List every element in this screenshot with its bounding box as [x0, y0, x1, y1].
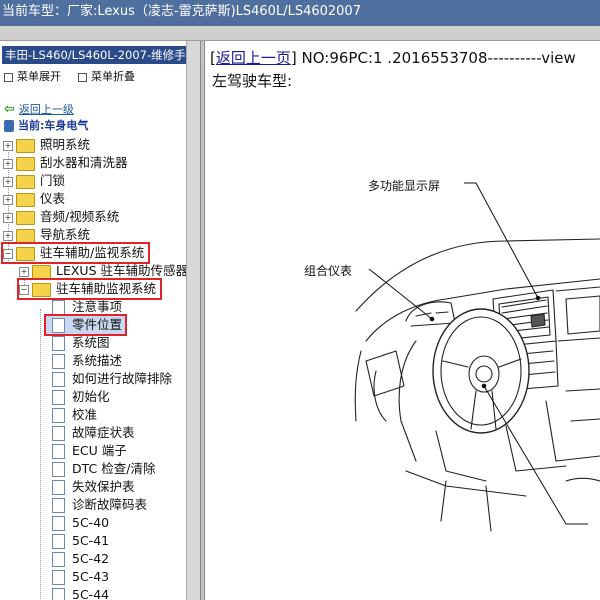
document-icon: [52, 516, 65, 531]
expand-icon: +: [3, 158, 13, 169]
dash-top-outline: [355, 238, 600, 312]
tree-doc-calibration[interactable]: 校准: [52, 406, 97, 424]
current-section-label: 当前:车身电气: [4, 117, 88, 133]
back-arrow-icon: ⇦: [4, 102, 15, 117]
expand-icon: +: [3, 176, 13, 187]
document-icon: [52, 480, 65, 495]
sidebar-scrollbar[interactable]: [186, 41, 201, 600]
tree-folder-door-lock[interactable]: + 门锁: [3, 172, 65, 190]
document-icon: [52, 390, 65, 405]
tree-folder-parking-sensor[interactable]: + LEXUS 驻车辅助传感器: [19, 262, 188, 280]
folder-open-icon: [32, 282, 51, 297]
document-icon: [52, 588, 65, 600]
collapse-all-button[interactable]: 菜单折叠: [78, 68, 135, 84]
tree-folder-lighting[interactable]: + 照明系统: [3, 136, 90, 154]
document-icon: [52, 372, 65, 387]
pane-splitter[interactable]: [200, 41, 205, 600]
document-icon: [52, 426, 65, 441]
tree-doc-5c-44[interactable]: 5C-44: [52, 586, 109, 600]
tree-folder-parking-monitor[interactable]: − 驻车辅助监视系统: [16, 278, 163, 300]
tree-doc-5c-43[interactable]: 5C-43: [52, 568, 109, 586]
sidebar-tree: 丰田-LS460/LS460L-2007-维修手册 菜单展开 菜单折叠 ⇦ 返回上…: [0, 41, 200, 600]
current-model-value: 厂家:Lexus（凌志-雷克萨斯)LS460L/LS4602007: [67, 4, 361, 19]
window-title-bar: 当前车型：厂家:Lexus（凌志-雷克萨斯)LS460L/LS4602007: [0, 0, 600, 26]
callout-multi-display: 多功能显示屏: [368, 179, 441, 193]
expand-all-button[interactable]: 菜单展开: [4, 68, 61, 84]
document-icon: [52, 462, 65, 477]
document-icon: [52, 318, 65, 333]
tree-doc-system-diagram[interactable]: 系统图: [52, 334, 110, 352]
folder-icon: [16, 228, 35, 243]
tree-folder-navigation[interactable]: + 导航系统: [3, 226, 90, 244]
expand-icon: [4, 72, 13, 82]
back-up-level-link[interactable]: ⇦ 返回上一级: [4, 101, 74, 117]
document-icon: [52, 552, 65, 567]
tree-doc-dtc-check[interactable]: DTC 检查/清除: [52, 460, 155, 478]
folder-icon: [16, 156, 35, 171]
tree-doc-dtc-table[interactable]: 诊断故障码表: [52, 496, 147, 514]
tree-folder-wiper[interactable]: + 刮水器和清洗器: [3, 154, 128, 172]
expand-icon: +: [3, 212, 13, 223]
expand-icon: +: [3, 230, 13, 241]
folder-icon: [16, 138, 35, 153]
document-icon: [52, 444, 65, 459]
manual-title: 丰田-LS460/LS460L-2007-维修手册: [2, 46, 186, 64]
folder-icon: [16, 192, 35, 207]
dashboard-diagram: [354, 182, 600, 532]
document-icon: [52, 336, 65, 351]
current-model-label: 当前车型：: [2, 4, 68, 19]
document-icon: [52, 300, 65, 315]
tree-doc-5c-42[interactable]: 5C-42: [52, 550, 109, 568]
collapse-icon: [78, 72, 87, 82]
collapse-icon: −: [3, 248, 13, 259]
expand-icon: +: [3, 194, 13, 205]
document-icon: [52, 570, 65, 585]
tree-doc-5c-40[interactable]: 5C-40: [52, 514, 109, 532]
expand-icon: +: [3, 140, 13, 151]
tree-doc-precautions[interactable]: 注意事项: [52, 298, 122, 316]
expand-icon: +: [19, 266, 29, 277]
document-icon: [52, 408, 65, 423]
document-icon: [52, 534, 65, 549]
book-icon: [4, 120, 14, 132]
menu-strip: [0, 26, 600, 41]
tree-doc-system-description[interactable]: 系统描述: [52, 352, 122, 370]
folder-open-icon: [16, 246, 35, 261]
tree-folder-audio-video[interactable]: + 音频/视频系统: [3, 208, 119, 226]
document-icon: [52, 354, 65, 369]
folder-icon: [32, 264, 51, 279]
tree-doc-parts-location[interactable]: 零件位置: [43, 314, 128, 336]
tree-doc-ecu-terminals[interactable]: ECU 端子: [52, 442, 127, 460]
tree-doc-5c-41[interactable]: 5C-41: [52, 532, 109, 550]
folder-icon: [16, 210, 35, 225]
document-icon: [52, 498, 65, 513]
folder-icon: [16, 174, 35, 189]
content-pane: [返回上一页] NO:96PC:1 .2016553708----------v…: [206, 41, 600, 600]
tree-doc-symptom-table[interactable]: 故障症状表: [52, 424, 135, 442]
tree-doc-troubleshooting[interactable]: 如何进行故障排除: [52, 370, 172, 388]
collapse-icon: −: [19, 284, 29, 295]
tree-doc-failsafe[interactable]: 失效保护表: [52, 478, 135, 496]
tree-doc-initialization[interactable]: 初始化: [52, 388, 110, 406]
callout-combination-meter: 组合仪表: [304, 264, 353, 278]
tree-folder-meter[interactable]: + 仪表: [3, 190, 65, 208]
tree-folder-parking-assist[interactable]: − 驻车辅助/监视系统: [0, 242, 151, 264]
